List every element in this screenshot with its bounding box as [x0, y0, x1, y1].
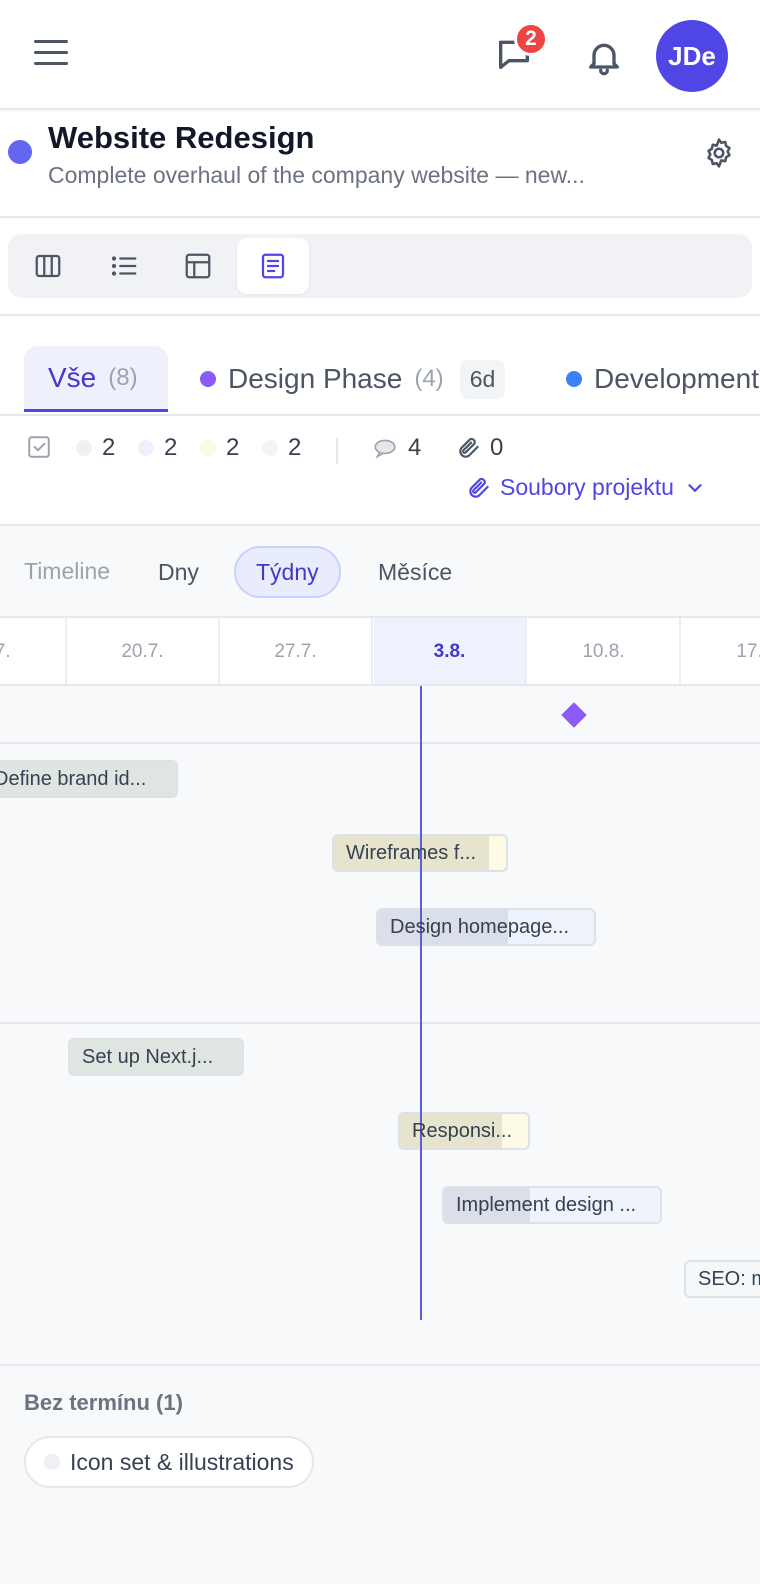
view-switcher-bar [0, 218, 760, 316]
phase-tab-count: (4) [414, 365, 444, 392]
status-count-3: 2 [200, 434, 239, 462]
task-label: Icon set & illustrations [70, 1448, 294, 1475]
week-column-header: 13.7. [0, 618, 67, 684]
project-description: Complete overhaul of the company website… [48, 162, 585, 188]
phase-duration-badge: 6d [459, 359, 506, 399]
row-divider [0, 742, 760, 744]
week-column-header: 20.7. [67, 618, 220, 684]
table-icon [185, 253, 211, 279]
table-view-button[interactable] [162, 238, 234, 294]
zoom-months-button[interactable]: Měsíce [358, 546, 472, 598]
project-stats: 2 2 2 2 4 0 Soubory projektu [0, 416, 760, 526]
board-view-button[interactable] [12, 238, 84, 294]
list-view-button[interactable] [88, 238, 160, 294]
milestone-marker[interactable] [561, 702, 587, 728]
phase-tab-design[interactable]: Design Phase (4) 6d [200, 346, 506, 412]
menu-icon[interactable] [34, 40, 68, 70]
task-bar[interactable]: Responsi... [398, 1112, 530, 1150]
task-bar-label: Define brand id... [0, 767, 147, 790]
task-bar[interactable]: SEO: m [684, 1260, 760, 1298]
view-switcher [8, 234, 752, 298]
phase-tab-count: (8) [108, 363, 138, 391]
project-files-link[interactable]: Soubory projektu [466, 474, 706, 501]
project-color-dot [8, 140, 32, 164]
task-bar-label: Design homepage... [390, 915, 570, 938]
zoom-weeks-button[interactable]: Týdny [234, 546, 341, 598]
task-bar[interactable]: Implement design ... [442, 1186, 662, 1224]
task-bar[interactable]: Design homepage... [376, 908, 596, 946]
project-header: Website Redesign Complete overhaul of th… [0, 112, 760, 218]
task-bar-label: SEO: m [698, 1267, 760, 1290]
week-column-header: 10.8. [528, 618, 681, 684]
phase-tab-all[interactable]: Vše (8) [24, 346, 168, 412]
unread-badge: 2 [514, 22, 548, 56]
stats-divider [336, 438, 338, 464]
task-bar-label: Implement design ... [456, 1193, 637, 1216]
phase-tab-label: Design Phase [228, 363, 403, 394]
paperclip-icon [459, 437, 479, 458]
timeline-zoom: Timeline Dny Týdny Měsíce [0, 526, 760, 618]
phase-color-dot [566, 371, 582, 387]
zoom-days-button[interactable]: Dny [138, 546, 219, 598]
list-icon [111, 256, 137, 276]
top-bar: 2 JDe [0, 0, 760, 110]
no-date-title: Bez termínu (1) [24, 1390, 183, 1415]
status-count-2: 2 [138, 434, 177, 462]
phase-color-dot [200, 371, 216, 387]
task-bar[interactable]: Set up Next.j... [68, 1038, 244, 1076]
status-count-4: 2 [262, 434, 301, 462]
checkbox-icon [28, 436, 50, 458]
timeline-label: Timeline [24, 558, 111, 584]
bell-icon[interactable] [584, 36, 624, 78]
today-marker-line [420, 686, 422, 1320]
timeline-view-button[interactable] [237, 238, 309, 294]
chevron-down-icon [688, 483, 702, 492]
attachments-stat: 0 [456, 434, 503, 462]
no-date-task-pill[interactable]: Icon set & illustrations [24, 1436, 314, 1488]
phase-tab-label: Vše [48, 361, 97, 393]
week-column-header: 17.8. [682, 618, 760, 684]
comments-stat: 4 [372, 434, 421, 462]
gantt-chart: Define brand id... Wireframes f... Desig… [0, 686, 760, 1366]
task-bar[interactable]: Define brand id... [0, 760, 178, 798]
comment-icon [374, 439, 396, 459]
week-header: 13.7. 20.7. 27.7. 3.8. 10.8. 17.8. [0, 618, 760, 686]
row-divider [0, 1022, 760, 1024]
no-date-section: Bez termínu (1) Icon set & illustrations [0, 1366, 760, 1584]
avatar[interactable]: JDe [656, 20, 728, 92]
tasks-stat [26, 434, 52, 460]
week-column-header: 27.7. [220, 618, 373, 684]
phase-tabs: Vše (8) Design Phase (4) 6d Development [0, 316, 760, 416]
phase-tab-development[interactable]: Development [566, 346, 759, 412]
task-bar-label: Responsi... [412, 1119, 513, 1142]
project-title: Website Redesign [48, 120, 315, 155]
paperclip-icon [469, 477, 489, 498]
status-dot [44, 1454, 60, 1470]
task-bar-label: Wireframes f... [346, 841, 477, 864]
week-column-header-current: 3.8. [374, 618, 527, 684]
status-count-1: 2 [76, 434, 115, 462]
task-bar-label: Set up Next.j... [82, 1045, 214, 1068]
board-columns-icon [35, 254, 61, 278]
gear-icon[interactable] [702, 136, 736, 170]
phase-tab-label: Development [594, 363, 759, 394]
timeline-document-icon [261, 253, 285, 279]
